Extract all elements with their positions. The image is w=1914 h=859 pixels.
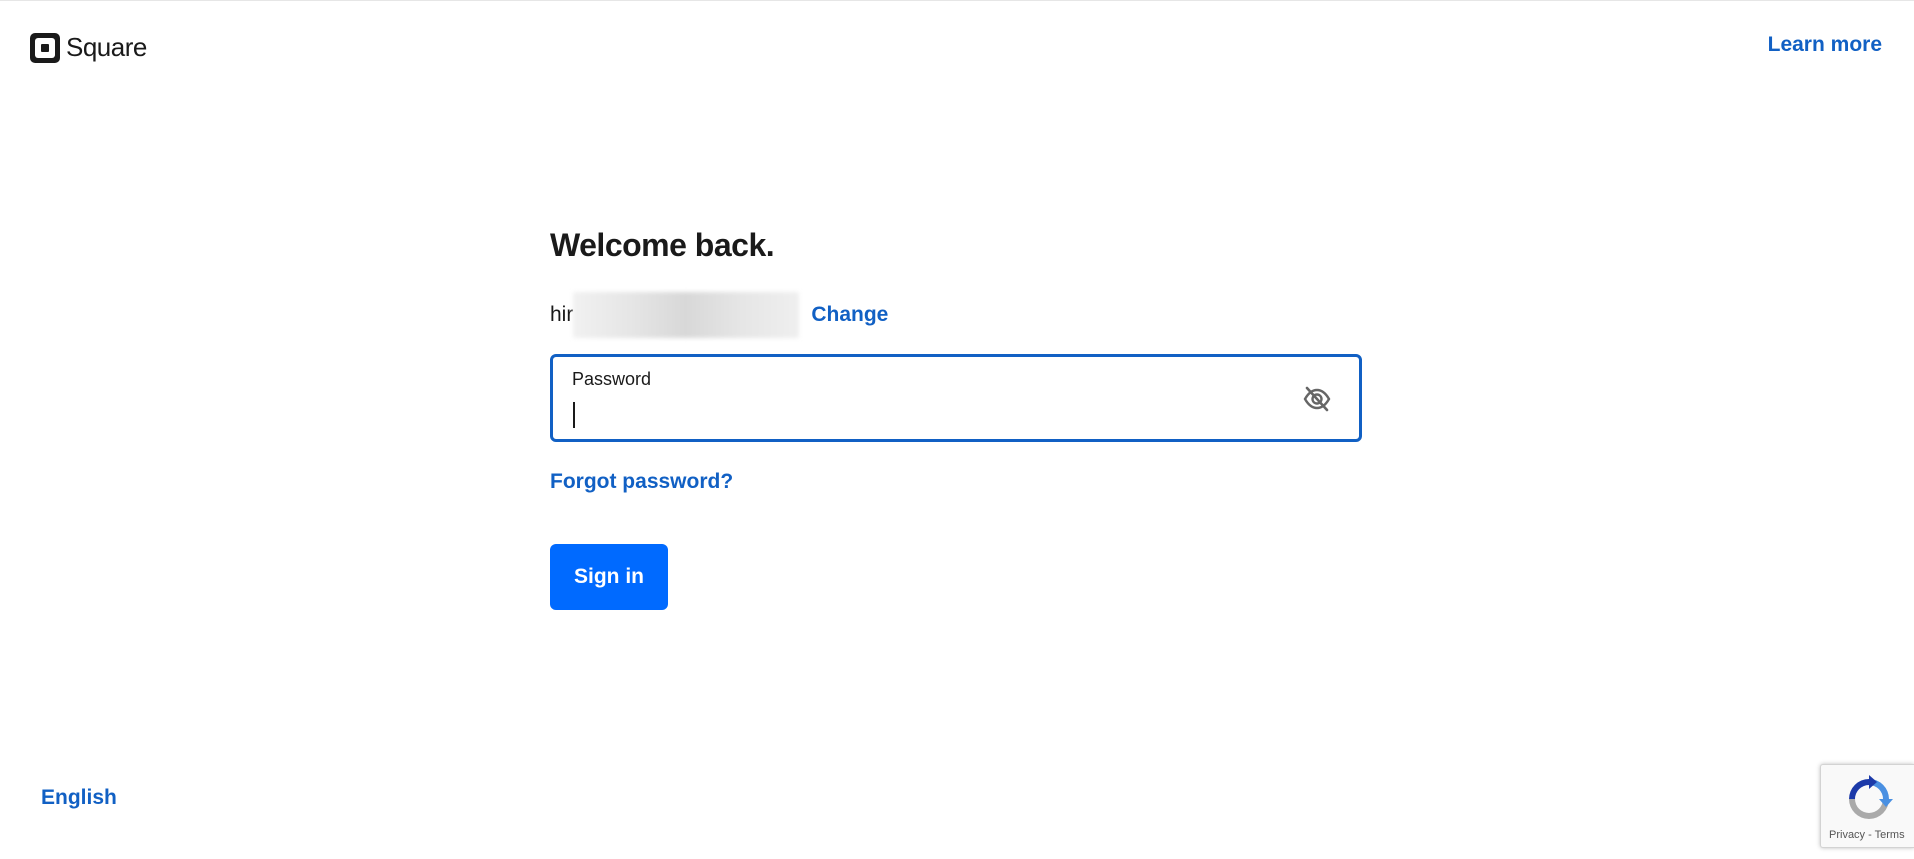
sign-in-form: Welcome back. hir Change Password Forgot… — [550, 227, 1362, 610]
recaptcha-badge[interactable]: Privacy - Terms — [1820, 764, 1914, 848]
password-input[interactable] — [572, 401, 1272, 429]
language-selector[interactable]: English — [41, 786, 117, 810]
email-text: hir — [550, 303, 574, 326]
recaptcha-links: Privacy - Terms — [1829, 829, 1905, 841]
square-logo[interactable]: Square — [30, 32, 147, 63]
sign-in-button[interactable]: Sign in — [550, 544, 668, 610]
recaptcha-icon — [1849, 775, 1893, 819]
email-row: hir Change — [550, 292, 1362, 338]
page-title: Welcome back. — [550, 227, 775, 263]
text-caret — [573, 402, 575, 428]
square-logo-icon — [30, 32, 60, 63]
recaptcha-separator: - — [1868, 829, 1872, 841]
email-redacted — [573, 292, 800, 338]
show-password-toggle[interactable] — [1301, 385, 1333, 413]
recaptcha-privacy-link[interactable]: Privacy — [1829, 829, 1865, 841]
password-field[interactable]: Password — [550, 354, 1362, 442]
eye-off-icon — [1303, 386, 1331, 412]
login-page: Square Learn more Welcome back. hir Chan… — [0, 0, 1914, 859]
password-label: Password — [572, 369, 652, 389]
logo-text: Square — [66, 32, 147, 62]
forgot-password-link[interactable]: Forgot password? — [550, 470, 733, 494]
learn-more-link[interactable]: Learn more — [1768, 33, 1882, 57]
change-email-link[interactable]: Change — [811, 303, 888, 327]
recaptcha-terms-link[interactable]: Terms — [1875, 829, 1905, 841]
